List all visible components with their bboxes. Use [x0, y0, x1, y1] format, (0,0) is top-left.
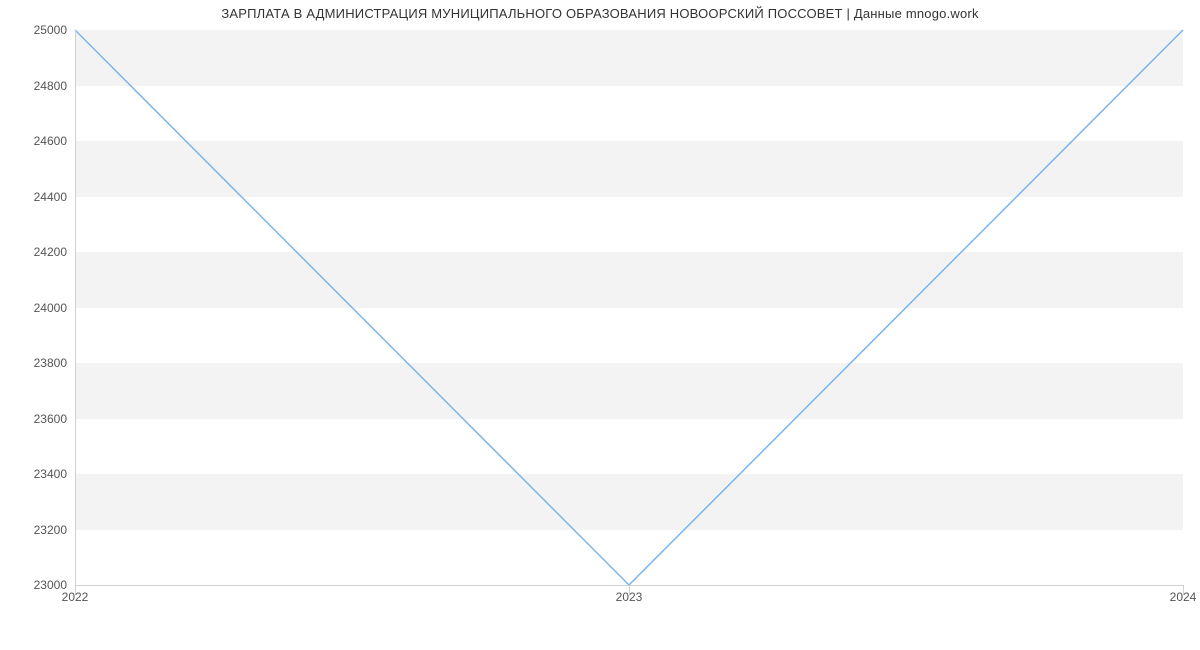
x-tick-label: 2023: [616, 590, 643, 604]
y-tick-label: 24400: [7, 190, 67, 204]
x-tick-label: 2024: [1170, 590, 1197, 604]
y-axis-line: [75, 30, 76, 585]
y-tick-label: 24200: [7, 245, 67, 259]
plot-area: [75, 30, 1183, 585]
y-tick-label: 23800: [7, 356, 67, 370]
y-tick-label: 24600: [7, 134, 67, 148]
x-tick-label: 2022: [62, 590, 89, 604]
line-plot-svg: [75, 30, 1183, 585]
chart-title: ЗАРПЛАТА В АДМИНИСТРАЦИЯ МУНИЦИПАЛЬНОГО …: [0, 6, 1200, 21]
y-tick-label: 25000: [7, 23, 67, 37]
y-tick-label: 24800: [7, 79, 67, 93]
data-line: [75, 30, 1183, 585]
y-tick-label: 23600: [7, 412, 67, 426]
y-tick-label: 23400: [7, 467, 67, 481]
y-tick-label: 23000: [7, 578, 67, 592]
y-tick-label: 24000: [7, 301, 67, 315]
line-chart: ЗАРПЛАТА В АДМИНИСТРАЦИЯ МУНИЦИПАЛЬНОГО …: [0, 0, 1200, 650]
y-tick-label: 23200: [7, 523, 67, 537]
